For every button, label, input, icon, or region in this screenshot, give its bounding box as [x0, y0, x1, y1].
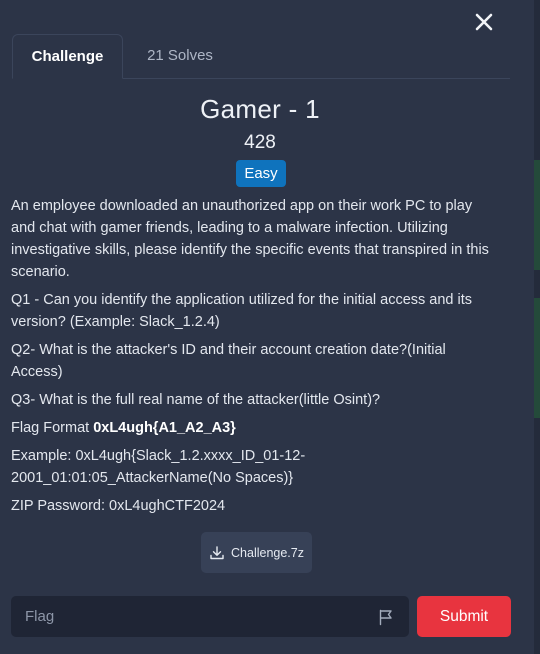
flag-format-value: 0xL4ugh{A1_A2_A3} — [93, 420, 236, 436]
tab-solves[interactable]: 21 Solves — [130, 34, 230, 78]
description-intro: An employee downloaded an unauthorized a… — [11, 198, 489, 280]
flag-input[interactable] — [11, 596, 361, 637]
difficulty-badge: Easy — [236, 160, 286, 187]
download-challenge-button[interactable]: Challenge.7z — [201, 532, 312, 573]
submit-button[interactable]: Submit — [417, 596, 511, 637]
challenge-points: 428 — [244, 132, 276, 153]
question-1: Q1 - Can you identify the application ut… — [11, 292, 473, 330]
tab-bar: Challenge 21 Solves — [12, 34, 510, 79]
zip-password: ZIP Password: 0xL4ughCTF2024 — [11, 498, 226, 514]
close-icon[interactable] — [472, 10, 496, 34]
challenge-modal: Challenge 21 Solves Gamer - 1 428 Easy A… — [0, 0, 540, 654]
flag-format-label: Flag Format — [11, 420, 94, 436]
question-2: Q2- What is the attacker's ID and their … — [11, 342, 446, 380]
flag-icon — [377, 608, 395, 626]
background-strip — [534, 0, 540, 654]
tab-challenge[interactable]: Challenge — [12, 34, 123, 79]
challenge-description: An employee downloaded an unauthorized a… — [11, 195, 499, 523]
download-label: Challenge.7z — [231, 545, 304, 560]
flag-input-container — [11, 596, 409, 637]
flag-example: Example: 0xL4ugh{Slack_1.2.xxxx_ID_01-12… — [11, 448, 306, 486]
download-icon — [209, 545, 225, 561]
challenge-title: Gamer - 1 — [200, 94, 320, 124]
question-3: Q3- What is the full real name of the at… — [11, 392, 381, 408]
flag-format: Flag Format 0xL4ugh{A1_A2_A3} — [11, 417, 499, 439]
background-accent — [534, 298, 540, 418]
background-accent — [534, 160, 540, 270]
